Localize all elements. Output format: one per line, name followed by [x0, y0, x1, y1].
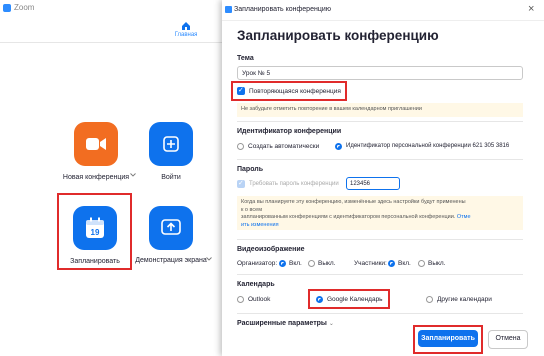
- new-meeting-button[interactable]: [74, 122, 118, 166]
- participants-video-label: Участники:: [354, 260, 387, 267]
- recurring-checkbox[interactable]: ✓: [237, 87, 245, 95]
- join-label: Войти: [161, 174, 181, 181]
- divider: [237, 239, 523, 240]
- host-video-on-label: Вкл.: [289, 260, 302, 267]
- advanced-options-toggle[interactable]: Расширенные параметры ⌄: [237, 320, 334, 327]
- topic-input-value: Урок № 5: [242, 70, 271, 77]
- require-password-checkbox[interactable]: ✓: [237, 180, 245, 188]
- calendar-label: Календарь: [237, 281, 275, 288]
- main-window-title: Zoom: [14, 3, 35, 12]
- host-video-off-radio[interactable]: [308, 260, 315, 267]
- chevron-down-icon[interactable]: [206, 257, 212, 261]
- chevron-down-icon: ⌄: [328, 321, 334, 327]
- advanced-options-label: Расширенные параметры: [237, 320, 327, 327]
- schedule-button[interactable]: 19: [73, 206, 117, 250]
- require-password-label: Требовать пароль конференции: [249, 181, 339, 187]
- calendar-google-label: Google Календарь: [327, 296, 383, 303]
- meeting-id-personal-label: Идентификатор персональной конференции 6…: [346, 143, 510, 149]
- participants-video-off-label: Выкл.: [428, 260, 446, 267]
- calendar-other-label: Другие календари: [437, 296, 492, 303]
- plus-icon: [163, 136, 179, 152]
- close-icon[interactable]: ×: [528, 3, 534, 15]
- password-note: Когда вы планируете эту конференцию, изм…: [237, 196, 523, 230]
- meeting-id-auto-label: Создать автоматически: [248, 143, 320, 150]
- divider: [237, 274, 523, 275]
- tab-home-label: Главная: [174, 32, 198, 38]
- dialog-titlebar: Запланировать конференцию ×: [222, 0, 544, 21]
- dialog-heading: Запланировать конференцию: [237, 28, 439, 43]
- participants-video-on-radio[interactable]: [388, 260, 395, 267]
- participants-video-on-label: Вкл.: [398, 260, 411, 267]
- schedule-meeting-dialog: Запланировать конференцию × Запланироват…: [222, 0, 544, 356]
- calendar-google-radio[interactable]: [316, 296, 323, 303]
- password-input[interactable]: 123456: [346, 177, 400, 190]
- recurring-label: Повторяющаяся конференция: [249, 88, 341, 95]
- recurring-note-text: Не забудьте отметить повторение в вашем …: [241, 106, 422, 112]
- join-button[interactable]: [149, 122, 193, 166]
- divider: [237, 313, 523, 314]
- calendar-outlook-radio[interactable]: [237, 296, 244, 303]
- revert-changes-link-cont[interactable]: ить изменения: [241, 222, 519, 230]
- video-label: Видеоизображение: [237, 246, 305, 253]
- password-note-line1: Когда вы планируете эту конференцию, изм…: [241, 199, 466, 205]
- revert-changes-link[interactable]: Отме: [457, 214, 471, 220]
- calendar-icon: 19: [86, 217, 104, 238]
- zoom-app-icon: [225, 6, 232, 13]
- divider: [237, 121, 523, 122]
- recurring-note: Не забудьте отметить повторение в вашем …: [237, 103, 523, 117]
- schedule-label: Запланировать: [70, 258, 120, 265]
- dialog-window-title: Запланировать конференцию: [234, 6, 332, 13]
- host-video-label: Организатор:: [237, 260, 278, 267]
- meeting-id-auto-radio[interactable]: [237, 143, 244, 150]
- meeting-id-personal-radio[interactable]: [335, 143, 342, 150]
- calendar-outlook-label: Outlook: [248, 296, 271, 303]
- calendar-other-radio[interactable]: [426, 296, 433, 303]
- password-input-value: 123456: [350, 181, 371, 187]
- divider: [237, 159, 523, 160]
- share-screen-label: Демонстрация экрана: [135, 257, 207, 264]
- password-label: Пароль: [237, 166, 264, 173]
- tab-home[interactable]: Главная: [170, 20, 202, 42]
- share-screen-icon: [161, 219, 181, 235]
- svg-text:19: 19: [91, 228, 100, 237]
- home-icon: [182, 22, 190, 30]
- participants-video-off-radio[interactable]: [418, 260, 425, 267]
- zoom-app-icon: [3, 4, 11, 12]
- chevron-down-icon[interactable]: [130, 173, 136, 177]
- video-camera-icon: [86, 138, 106, 150]
- new-meeting-label: Новая конференция: [62, 174, 130, 181]
- host-video-on-radio[interactable]: [279, 260, 286, 267]
- meeting-id-label: Идентификатор конференции: [237, 128, 342, 135]
- share-screen-button[interactable]: [149, 206, 193, 250]
- topic-input[interactable]: Урок № 5: [237, 66, 523, 80]
- host-video-off-label: Выкл.: [318, 260, 336, 267]
- cancel-button[interactable]: Отмена: [488, 330, 528, 349]
- password-note-line2: к о всем: [241, 206, 262, 213]
- schedule-submit-button[interactable]: Запланировать: [418, 330, 478, 347]
- topic-label: Тема: [237, 55, 254, 62]
- password-note-line3: запланированным конференциям с идентифик…: [241, 214, 456, 220]
